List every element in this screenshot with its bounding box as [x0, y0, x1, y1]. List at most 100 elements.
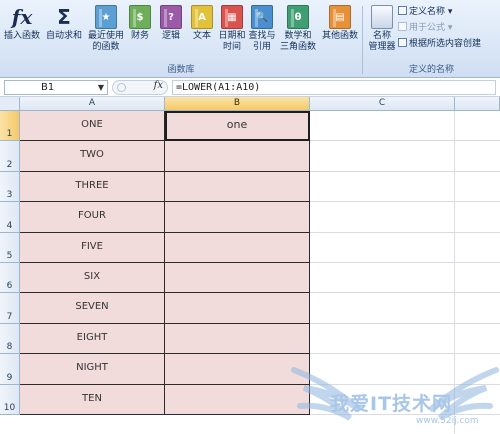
cell-b6[interactable]	[165, 263, 310, 294]
ribbon-button-fx[interactable]: fx 插入函数	[4, 3, 40, 59]
ribbon-button-label: 插入函数	[4, 31, 41, 41]
ribbon-button-text-book[interactable]: A 文本	[189, 3, 215, 59]
ribbon-button-label-line2: 的函数	[92, 42, 120, 52]
row-number: 3	[6, 190, 13, 201]
row-header-5[interactable]: 5	[0, 232, 20, 263]
logic-book-icon: ?	[160, 5, 182, 29]
cell-value: ONE	[81, 119, 103, 130]
ribbon-button-finance-book[interactable]: $ 财务	[127, 3, 153, 59]
ribbon-button-label: 日期和	[218, 31, 246, 41]
row-number: 1	[6, 129, 13, 140]
cell-b9[interactable]	[165, 354, 310, 385]
row-header-1[interactable]: 1	[0, 111, 20, 142]
insert-function-icon[interactable]: fx	[154, 80, 163, 91]
ribbon-button-label: 数学和	[284, 31, 312, 41]
name-manager-icon	[371, 5, 393, 29]
cell-a9[interactable]: NIGHT	[20, 354, 165, 385]
ribbon-button-date-book[interactable]: ▦ 日期和 时间	[218, 3, 246, 59]
ribbon-button-label: 逻辑	[161, 31, 180, 41]
star-book-icon: ★	[95, 5, 117, 29]
cell-b2[interactable]	[165, 141, 310, 172]
select-all-corner[interactable]	[0, 97, 20, 111]
formula-buttons: fx	[112, 80, 168, 95]
ribbon-button-label: 最近使用	[88, 31, 125, 41]
row-header-8[interactable]: 8	[0, 323, 20, 355]
row-header-4[interactable]: 4	[0, 202, 20, 233]
cell-b4[interactable]	[165, 202, 310, 233]
ribbon-button-logic-book[interactable]: ? 逻辑	[158, 3, 184, 59]
gridline	[310, 170, 500, 172]
cell-b1[interactable]: one	[165, 111, 310, 142]
ribbon-button-label-line2: 三角函数	[280, 42, 317, 52]
formula-bar: B1 ▼ fx =LOWER(A1:A10)	[0, 79, 500, 97]
row-header-2[interactable]: 2	[0, 141, 20, 172]
row-header-3[interactable]: 3	[0, 171, 20, 203]
gridline	[310, 231, 500, 233]
ribbon-button-label: 查找与	[248, 31, 276, 41]
ribbon-button-sigma[interactable]: Σ 自动求和	[46, 3, 82, 59]
formula-input[interactable]: =LOWER(A1:A10)	[172, 80, 496, 95]
use-in-formula-icon	[398, 22, 407, 31]
column-header-a[interactable]: A	[20, 97, 165, 111]
math-glyph-icon: θ	[294, 12, 302, 23]
cancel-icon[interactable]	[117, 83, 126, 92]
row-number: 2	[6, 159, 13, 170]
cell-b10[interactable]	[165, 384, 310, 415]
cell-a4[interactable]: FOUR	[20, 202, 165, 233]
row-header-7[interactable]: 7	[0, 293, 20, 324]
cell-a3[interactable]: THREE	[20, 171, 165, 203]
cell-a2[interactable]: TWO	[20, 141, 165, 172]
finance-book-icon: $	[129, 5, 151, 29]
row-header-10[interactable]: 10	[0, 384, 20, 415]
cell-value: FIVE	[81, 240, 103, 252]
cell-value: FOUR	[78, 210, 106, 222]
group-label-defined-names: 定义的名称	[408, 65, 454, 75]
create-from-selection-icon	[398, 38, 407, 47]
column-header-b[interactable]: B	[165, 97, 310, 111]
ribbon-button-label-line2: 时间	[222, 42, 241, 52]
use-in-formula-button[interactable]: 用于公式 ▾	[398, 22, 452, 34]
cell-a5[interactable]: FIVE	[20, 232, 165, 263]
finance-glyph-icon: $	[136, 12, 144, 23]
name-box[interactable]: B1 ▼	[4, 80, 108, 95]
row-header-9[interactable]: 9	[0, 354, 20, 385]
ribbon-button-label-line2: 引用	[252, 42, 271, 52]
cell-value: EIGHT	[76, 331, 108, 343]
define-name-button[interactable]: 定义名称 ▾	[398, 6, 452, 18]
cell-a8[interactable]: EIGHT	[20, 323, 165, 355]
ribbon-button-label-line2: 管理器	[368, 42, 396, 52]
cell-b7[interactable]	[165, 293, 310, 324]
text-glyph-icon: A	[198, 12, 206, 23]
ribbon-button-star-book[interactable]: ★ 最近使用 的函数	[88, 3, 124, 59]
ribbon-button-name-manager[interactable]: 名称 管理器	[368, 3, 396, 59]
ribbon-button-more-book[interactable]: ▤ 其他函数	[320, 3, 360, 59]
cell-a10[interactable]: TEN	[20, 384, 165, 415]
create-from-selection-button[interactable]: 根据所选内容创建	[398, 38, 481, 50]
column-header-c[interactable]: C	[310, 97, 455, 111]
ribbon-button-lookup-book[interactable]: 🔍 查找与 引用	[248, 3, 276, 59]
cell-value: NIGHT	[76, 362, 108, 374]
chevron-down-icon[interactable]: ▼	[98, 81, 104, 94]
cell-a1[interactable]: ONE	[20, 111, 165, 142]
cell-value: SIX	[83, 271, 101, 282]
cell-b5[interactable]	[165, 232, 310, 263]
more-glyph-icon: ▤	[335, 12, 345, 23]
math-book-icon: θ	[287, 5, 309, 29]
lookup-glyph-icon: 🔍	[255, 12, 269, 23]
column-header-d[interactable]	[455, 97, 500, 111]
row-header-6[interactable]: 6	[0, 263, 20, 294]
ribbon-button-math-book[interactable]: θ 数学和 三角函数	[280, 3, 316, 59]
cell-value: SEVEN	[75, 301, 109, 313]
cell-b8[interactable]	[165, 323, 310, 355]
define-name-icon	[398, 6, 407, 15]
ribbon-button-label: 自动求和	[46, 31, 83, 41]
cell-value: TEN	[82, 392, 102, 404]
cell-a7[interactable]: SEVEN	[20, 293, 165, 324]
cell-b3[interactable]	[165, 171, 310, 203]
gridline	[310, 292, 500, 294]
row-number: 10	[3, 402, 16, 413]
cell-a6[interactable]: SIX	[20, 263, 165, 294]
sigma-icon: Σ	[57, 5, 71, 29]
ribbon: fx 插入函数 Σ 自动求和 ★ 最近使用 的函数 $ 财务? 逻辑 A 文本 ▦ 日期和 时间 🔍 查找与 引用…	[0, 0, 500, 78]
ribbon-button-label: 财务	[130, 31, 149, 41]
